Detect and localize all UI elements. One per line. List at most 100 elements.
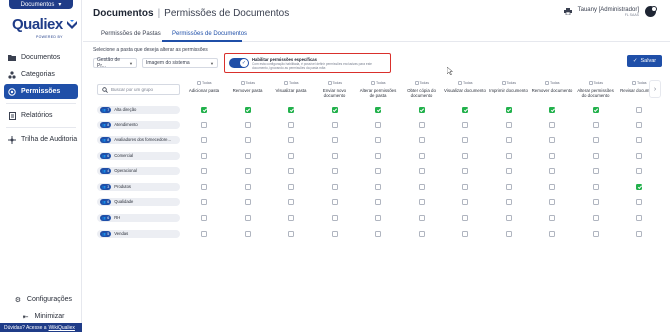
folder-select[interactable]: Gestão de Pr... ▼ xyxy=(93,57,137,69)
permission-checkbox[interactable] xyxy=(375,215,381,221)
permission-checkbox[interactable] xyxy=(288,199,294,205)
permission-checkbox[interactable] xyxy=(418,231,425,237)
permission-checkbox[interactable] xyxy=(462,168,468,174)
scroll-right-button[interactable]: › xyxy=(649,80,661,98)
group-row[interactable]: 👥 5 Vendas xyxy=(97,230,180,238)
group-row[interactable]: 👥 8 Atendimento xyxy=(97,121,180,129)
select-all-column-checkbox[interactable]: Todas xyxy=(588,81,603,85)
permission-checkbox[interactable] xyxy=(288,215,294,221)
permission-checkbox[interactable] xyxy=(375,153,381,159)
permission-checkbox[interactable] xyxy=(549,168,555,174)
permission-checkbox[interactable] xyxy=(418,168,425,174)
permission-checkbox[interactable] xyxy=(505,122,512,128)
permission-checkbox[interactable] xyxy=(201,184,207,190)
help-link[interactable]: WikiQualiex xyxy=(49,325,75,331)
permission-checkbox[interactable] xyxy=(201,215,207,221)
permission-checkbox[interactable] xyxy=(331,153,338,159)
permission-checkbox[interactable] xyxy=(288,231,294,237)
permission-checkbox[interactable] xyxy=(462,231,468,237)
permission-checkbox[interactable] xyxy=(505,107,512,113)
permission-checkbox[interactable] xyxy=(592,168,599,174)
permission-checkbox[interactable] xyxy=(549,231,555,237)
permission-checkbox[interactable] xyxy=(418,122,425,128)
permission-checkbox[interactable] xyxy=(505,184,512,190)
permission-checkbox[interactable] xyxy=(636,168,642,174)
permission-checkbox[interactable] xyxy=(288,137,294,143)
group-row[interactable]: 👥 6 RH xyxy=(97,214,180,222)
permission-checkbox[interactable] xyxy=(592,184,599,190)
permission-checkbox[interactable] xyxy=(331,137,338,143)
group-search-input[interactable]: Buscar por um grupo xyxy=(97,84,180,95)
permission-checkbox[interactable] xyxy=(636,122,642,128)
permission-checkbox[interactable] xyxy=(331,107,338,113)
select-all-column-checkbox[interactable]: Todas xyxy=(197,81,212,85)
permission-checkbox[interactable] xyxy=(331,215,338,221)
permission-checkbox[interactable] xyxy=(462,107,468,113)
permission-checkbox[interactable] xyxy=(201,199,207,205)
permission-checkbox[interactable] xyxy=(636,184,642,190)
save-button[interactable]: ✓ Salvar xyxy=(627,55,662,67)
permission-checkbox[interactable] xyxy=(244,184,251,190)
permission-checkbox[interactable] xyxy=(592,107,599,113)
permission-checkbox[interactable] xyxy=(418,184,425,190)
permission-checkbox[interactable] xyxy=(331,122,338,128)
permission-checkbox[interactable] xyxy=(505,137,512,143)
select-all-column-checkbox[interactable]: Todas xyxy=(327,81,342,85)
permission-checkbox[interactable] xyxy=(375,137,381,143)
permission-checkbox[interactable] xyxy=(288,168,294,174)
sidebar-item-permissoes[interactable]: Permissões xyxy=(4,84,78,99)
select-all-column-checkbox[interactable]: Todas xyxy=(632,81,647,85)
permission-checkbox[interactable] xyxy=(462,184,468,190)
group-row[interactable]: 👥 6 Qualidade xyxy=(97,198,180,206)
permission-checkbox[interactable] xyxy=(244,107,251,113)
permission-checkbox[interactable] xyxy=(592,153,599,159)
select-all-column-checkbox[interactable]: Todas xyxy=(284,81,299,85)
sidebar-item-trilha-de-auditoria[interactable]: Trilha de Auditoria xyxy=(4,132,78,147)
permission-checkbox[interactable] xyxy=(505,231,512,237)
permission-checkbox[interactable] xyxy=(549,122,555,128)
permission-checkbox[interactable] xyxy=(331,231,338,237)
minimize-button[interactable]: ⇤ Minimizar xyxy=(4,309,78,324)
group-row[interactable]: 👥 7 Alta direção xyxy=(97,106,180,114)
permission-checkbox[interactable] xyxy=(244,231,251,237)
permission-checkbox[interactable] xyxy=(549,199,555,205)
permission-checkbox[interactable] xyxy=(636,215,642,221)
sidebar-item-categorias[interactable]: Categorias xyxy=(4,67,78,82)
permission-checkbox[interactable] xyxy=(418,107,425,113)
permission-checkbox[interactable] xyxy=(331,168,338,174)
permission-checkbox[interactable] xyxy=(636,199,642,205)
specific-permissions-toggle[interactable]: ✓ xyxy=(229,58,249,68)
permission-checkbox[interactable] xyxy=(549,137,555,143)
select-all-column-checkbox[interactable]: Todas xyxy=(501,81,516,85)
avatar[interactable] xyxy=(645,6,657,17)
permission-checkbox[interactable] xyxy=(244,215,251,221)
tab-permissoes-de-documentos[interactable]: Permissões de Documentos xyxy=(172,31,247,37)
settings-button[interactable]: ⚙ Configurações xyxy=(4,292,78,307)
permission-checkbox[interactable] xyxy=(288,153,294,159)
permission-checkbox[interactable] xyxy=(462,199,468,205)
permission-checkbox[interactable] xyxy=(201,107,207,113)
permission-checkbox[interactable] xyxy=(462,137,468,143)
permission-checkbox[interactable] xyxy=(636,107,642,113)
permission-checkbox[interactable] xyxy=(592,199,599,205)
select-all-column-checkbox[interactable]: Todas xyxy=(371,81,386,85)
permission-checkbox[interactable] xyxy=(375,168,381,174)
tab-permissoes-de-pastas[interactable]: Permissões de Pastas xyxy=(101,31,161,37)
select-all-column-checkbox[interactable]: Todas xyxy=(414,81,429,85)
permission-checkbox[interactable] xyxy=(549,184,555,190)
sidebar-item-relatorios[interactable]: Relatórios xyxy=(4,108,78,123)
permission-checkbox[interactable] xyxy=(418,215,425,221)
permission-checkbox[interactable] xyxy=(331,199,338,205)
permission-checkbox[interactable] xyxy=(592,231,599,237)
permission-checkbox[interactable] xyxy=(549,215,555,221)
permission-checkbox[interactable] xyxy=(244,168,251,174)
select-all-column-checkbox[interactable]: Todas xyxy=(458,81,473,85)
permission-checkbox[interactable] xyxy=(418,137,425,143)
group-row[interactable]: 👥 6 Comercial xyxy=(97,152,180,160)
permission-checkbox[interactable] xyxy=(288,122,294,128)
permission-checkbox[interactable] xyxy=(375,122,381,128)
permission-checkbox[interactable] xyxy=(418,199,425,205)
permission-checkbox[interactable] xyxy=(636,137,642,143)
group-row[interactable]: 👥 8 Avaliadores dos fornecedore... xyxy=(97,136,180,144)
permission-checkbox[interactable] xyxy=(505,215,512,221)
